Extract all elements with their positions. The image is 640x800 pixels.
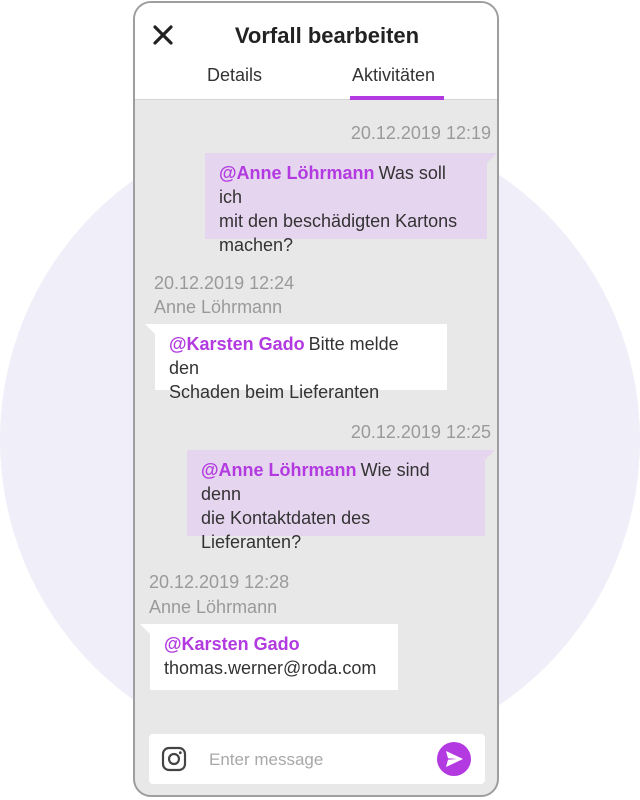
- message-timestamp: 20.12.2019 12:25: [350, 422, 491, 442]
- active-tab-indicator: [350, 96, 444, 100]
- message-author: Anne Löhrmann: [154, 297, 283, 317]
- message-composer: [149, 734, 485, 784]
- message-line: die Kontaktdaten des: [201, 508, 371, 528]
- page-title: Vorfall bearbeiten: [234, 23, 420, 48]
- instagram-button[interactable]: [161, 746, 187, 772]
- mention-link[interactable]: @Anne Löhrmann: [201, 460, 357, 480]
- message-line: @Anne Löhrmann Was soll ich: [219, 161, 473, 209]
- message-bubble-incoming: @Karsten Gado Bitte melde den Schaden bei…: [145, 324, 447, 402]
- message-line: Lieferanten?: [201, 532, 302, 552]
- message-input[interactable]: [207, 744, 431, 776]
- message-line: @Karsten Gado: [164, 632, 384, 656]
- message-timestamp: 20.12.2019 12:24: [154, 273, 295, 293]
- header: Vorfall bearbeiten Details Aktivitäten: [135, 3, 497, 100]
- tab-activities[interactable]: Aktivitäten: [352, 65, 435, 86]
- tab-details[interactable]: Details: [207, 65, 262, 86]
- message-line: mit den beschädigten Kartons: [219, 211, 458, 231]
- message-line: machen?: [219, 235, 294, 255]
- message-timestamp: 20.12.2019 12:28: [149, 572, 290, 592]
- mention-link[interactable]: @Karsten Gado: [169, 334, 305, 354]
- message-bubble-incoming: @Karsten Gado thomas.werner@roda.com: [140, 624, 398, 690]
- mention-link[interactable]: @Anne Löhrmann: [219, 163, 375, 183]
- message-line: @Anne Löhrmann Wie sind denn: [201, 458, 471, 506]
- message-author: Anne Löhrmann: [149, 597, 278, 617]
- message-line: thomas.werner@roda.com: [164, 658, 377, 678]
- message-timestamp: 20.12.2019 12:19: [350, 123, 491, 143]
- message-line: Schaden beim Lieferanten: [169, 382, 380, 402]
- mention-link[interactable]: @Karsten Gado: [164, 634, 300, 654]
- send-icon: [446, 751, 463, 767]
- phone-frame: Vorfall bearbeiten Details Aktivitäten 2…: [133, 1, 499, 797]
- message-bubble-outgoing: @Anne Löhrmann Wie sind denn die Kontaktd…: [187, 450, 495, 552]
- send-button[interactable]: [437, 742, 471, 776]
- message-bubble-outgoing: @Anne Löhrmann Was soll ich mit den besch…: [205, 153, 497, 255]
- message-line: @Karsten Gado Bitte melde den: [169, 332, 433, 380]
- instagram-icon: [161, 746, 187, 772]
